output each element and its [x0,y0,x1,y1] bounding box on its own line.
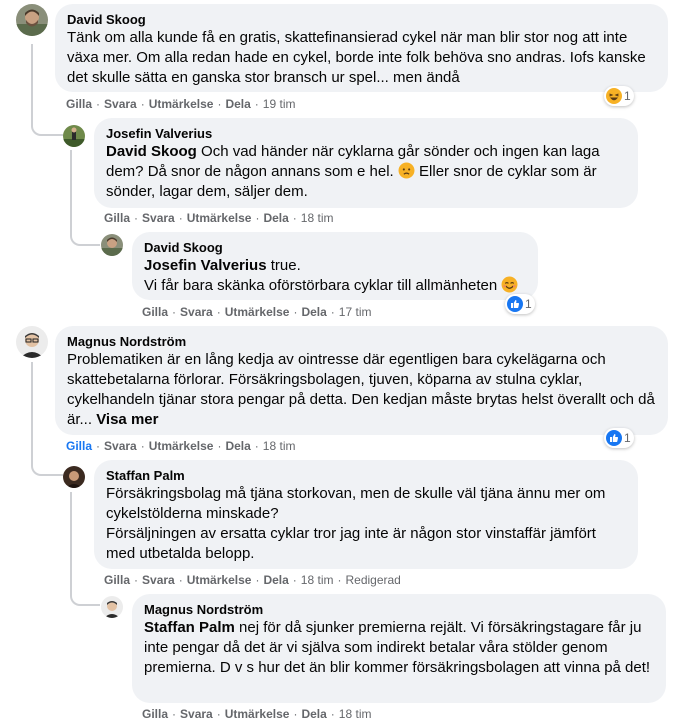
award-button[interactable]: Utmärkelse [187,211,252,225]
avatar[interactable] [101,234,123,256]
comment-text: Josefin Valverius true. [144,256,526,276]
avatar-photo-icon [16,4,48,36]
award-button[interactable]: Utmärkelse [187,573,252,587]
comment-author[interactable]: David Skoog [67,12,656,28]
award-button[interactable]: Utmärkelse [225,707,290,721]
avatar-photo-icon [101,596,123,618]
comment-text: David Skoog Och vad händer när cyklarna … [106,142,626,202]
reaction-badge[interactable]: 1 [604,86,634,106]
avatar[interactable] [63,466,85,488]
reply-button[interactable]: Svara [180,305,213,319]
comment-author[interactable]: Magnus Nordström [144,602,654,618]
timestamp[interactable]: 19 tim [263,97,296,111]
award-button[interactable]: Utmärkelse [149,439,214,453]
avatar[interactable] [16,4,48,36]
like-icon [606,430,622,446]
mention-link[interactable]: Staffan Palm [144,619,235,636]
comment-actions: Gilla · Svara · Utmärkelse · Dela · 19 tim [66,97,296,111]
avatar-photo-icon [63,125,85,147]
timestamp[interactable]: 18 tim [301,211,334,225]
comment-bubble: David Skoog Josefin Valverius true. Vi f… [132,232,538,300]
like-button[interactable]: Gilla [66,97,92,111]
comment-actions: Gilla · Svara · Utmärkelse · Dela · 18 tim [66,439,296,453]
share-button[interactable]: Dela [301,707,326,721]
reaction-badge[interactable]: 1 [604,428,634,448]
comment-text: Försäkringsbolag må tjäna storkovan, men… [106,485,606,562]
award-button[interactable]: Utmärkelse [149,97,214,111]
comment-text-part: true. [266,257,301,274]
comment-text-part: Vi får bara skänka oförstörbara cyklar t… [144,277,502,294]
comment-bubble: Magnus Nordström Problematiken är en lån… [55,326,668,435]
like-button[interactable]: Gilla [104,211,130,225]
see-more-link[interactable]: Visa mer [96,411,158,428]
comment-author[interactable]: Josefin Valverius [106,126,626,142]
like-button[interactable]: Gilla [66,439,92,453]
reaction-badge[interactable]: 1 [505,294,535,314]
reaction-count: 1 [624,89,631,103]
avatar-photo-icon [16,326,48,358]
comment-author[interactable]: Magnus Nordström [67,334,656,350]
share-button[interactable]: Dela [263,211,288,225]
edited-label[interactable]: Redigerad [345,573,400,587]
avatar[interactable] [63,125,85,147]
comment-text: Tänk om alla kunde få en gratis, skattef… [67,29,646,86]
comment-text: Staffan Palm nej för då sjunker premiern… [144,618,654,678]
comment-bubble: Josefin Valverius David Skoog Och vad hä… [94,118,638,208]
comment-author[interactable]: Staffan Palm [106,468,626,484]
worried-face-icon [398,162,415,179]
timestamp[interactable]: 18 tim [301,573,334,587]
reply-button[interactable]: Svara [180,707,213,721]
comment-text: Vi får bara skänka oförstörbara cyklar t… [144,276,526,296]
share-button[interactable]: Dela [225,97,250,111]
avatar[interactable] [101,596,123,618]
avatar-photo-icon [63,466,85,488]
comment-text: Problematiken är en lång kedja av ointre… [67,350,656,430]
comment-bubble: Magnus Nordström Staffan Palm nej för då… [132,594,666,703]
share-button[interactable]: Dela [263,573,288,587]
like-icon [507,296,523,312]
mention-link[interactable]: Josefin Valverius [144,257,267,274]
comment-actions: Gilla · Svara · Utmärkelse · Dela · 18 tim [104,211,334,225]
avatar[interactable] [16,326,48,358]
comment-bubble: Staffan Palm Försäkringsbolag må tjäna s… [94,460,638,569]
avatar-photo-icon [101,234,123,256]
award-button[interactable]: Utmärkelse [225,305,290,319]
share-button[interactable]: Dela [225,439,250,453]
like-button[interactable]: Gilla [104,573,130,587]
haha-icon [606,88,622,104]
like-button[interactable]: Gilla [142,305,168,319]
reply-button[interactable]: Svara [142,573,175,587]
reaction-count: 1 [624,431,631,445]
comment-actions: Gilla · Svara · Utmärkelse · Dela · 18 tim · Redig… [104,573,401,587]
share-button[interactable]: Dela [301,305,326,319]
reply-button[interactable]: Svara [142,211,175,225]
comment-actions: Gilla · Svara · Utmärkelse · Dela · 18 tim [142,707,372,721]
smiling-face-icon [501,276,518,293]
mention-link[interactable]: David Skoog [106,143,197,160]
timestamp[interactable]: 17 tim [339,305,372,319]
comment-author[interactable]: David Skoog [144,240,526,256]
reply-button[interactable]: Svara [104,97,137,111]
reply-button[interactable]: Svara [104,439,137,453]
timestamp[interactable]: 18 tim [263,439,296,453]
timestamp[interactable]: 18 tim [339,707,372,721]
comment-bubble: David Skoog Tänk om alla kunde få en gra… [55,4,668,92]
like-button[interactable]: Gilla [142,707,168,721]
reaction-count: 1 [525,297,532,311]
comment-actions: Gilla · Svara · Utmärkelse · Dela · 17 tim [142,305,372,319]
